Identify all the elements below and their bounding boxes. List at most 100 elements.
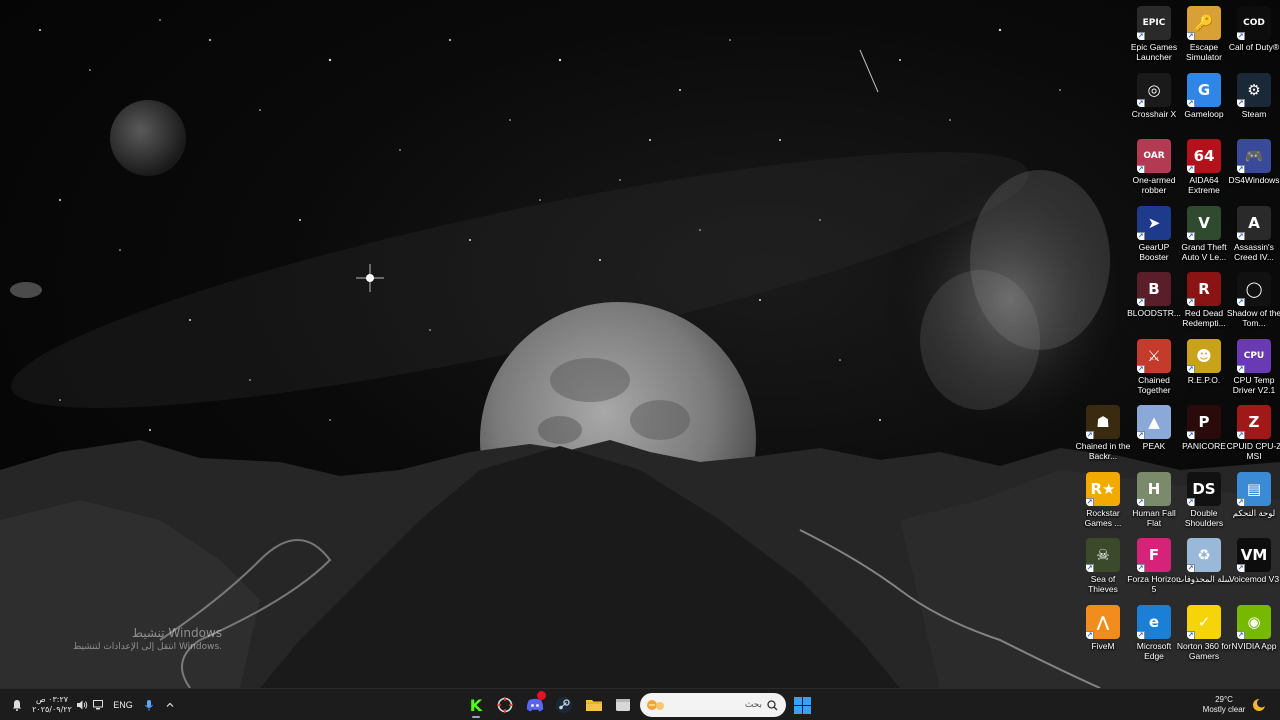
gta-v-icon: V ↗ [1187, 206, 1221, 240]
desktop-shortcut-label: Double Shoulders [1184, 508, 1224, 528]
shortcut-arrow-icon: ↗ [1137, 564, 1145, 572]
input-language[interactable]: ENG [110, 693, 136, 717]
weather-temperature: 29°C [1215, 695, 1233, 704]
desktop-shortcut[interactable]: ➤ ↗ GearUP Booster [1129, 206, 1179, 262]
shortcut-arrow-icon: ↗ [1187, 298, 1195, 306]
desktop-shortcut[interactable]: EPIC ↗ Epic Games Launcher [1129, 6, 1179, 62]
desktop-shortcut[interactable]: A ↗ Assassin's Creed IV... [1229, 206, 1279, 262]
desktop-shortcut[interactable]: DS ↗ Double Shoulders [1179, 472, 1229, 528]
desktop-shortcut-label: Assassin's Creed IV... [1234, 242, 1274, 262]
cpuz-icon: Z ↗ [1237, 405, 1271, 439]
taskbar-search-box[interactable]: بحث [640, 693, 786, 717]
desktop-shortcut[interactable]: ◯ ↗ Shadow of the Tom... [1227, 272, 1280, 328]
shortcut-arrow-icon: ↗ [1237, 365, 1245, 373]
shortcut-arrow-icon: ↗ [1237, 631, 1245, 639]
shortcut-arrow-icon: ↗ [1137, 99, 1145, 107]
shortcut-arrow-icon: ↗ [1137, 165, 1145, 173]
desktop-shortcut[interactable]: ☠ ↗ Sea of Thieves [1078, 538, 1128, 594]
clock-time: ٠٣:٢٧ ص [35, 695, 69, 704]
desktop-shortcut[interactable]: F ↗ Forza Horizon 5 [1127, 538, 1181, 594]
desktop-shortcut-label: Norton 360 for Gamers [1176, 641, 1232, 661]
desktop-shortcut-label: FiveM [1091, 641, 1115, 651]
shortcut-arrow-icon: ↗ [1237, 32, 1245, 40]
desktop-shortcut[interactable]: OAR ↗ One-armed robber [1129, 139, 1179, 195]
start-button[interactable] [789, 692, 815, 718]
weather-widget[interactable]: 29°C Mostly clear [1196, 693, 1252, 717]
taskbar-app-file-explorer[interactable] [581, 692, 607, 718]
icon-glyph: ◯ [1245, 280, 1263, 298]
desktop-shortcut[interactable]: ▤ ↗ لوحة التحكم [1229, 472, 1279, 518]
desktop-shortcut-label: Epic Games Launcher [1130, 42, 1178, 62]
steam-icon: ⚙ ↗ [1237, 73, 1271, 107]
icon-glyph: ☻ [1196, 347, 1212, 365]
desktop-shortcut[interactable]: ⋀ ↗ FiveM [1078, 605, 1128, 651]
show-hidden-icons-chevron-icon[interactable] [160, 693, 180, 717]
desktop-shortcut-label: Rockstar Games ... [1084, 508, 1122, 528]
desktop-shortcut-label: GearUP Booster [1138, 242, 1170, 262]
shortcut-arrow-icon: ↗ [1187, 32, 1195, 40]
recycle-bin-icon: ♻ ↗ [1187, 538, 1221, 572]
desktop-shortcut[interactable]: 🔑 ↗ Escape Simulator [1179, 6, 1229, 62]
desktop-shortcut[interactable]: P ↗ PANICORE [1179, 405, 1229, 451]
desktop-shortcut[interactable]: ☻ ↗ R.E.P.O. [1179, 339, 1229, 385]
nvidia-icon: ◉ ↗ [1237, 605, 1271, 639]
shortcut-arrow-icon: ↗ [1137, 298, 1145, 306]
crosshair-icon: ◎ ↗ [1137, 73, 1171, 107]
taskbar-app-steam[interactable] [551, 692, 577, 718]
desktop-shortcut-label: Sea of Thieves [1088, 574, 1118, 594]
notifications-icon[interactable] [8, 693, 26, 717]
icon-glyph: G [1197, 81, 1211, 99]
desktop-shortcut[interactable]: ▲ ↗ PEAK [1129, 405, 1179, 451]
rockstar-icon: R★ ↗ [1086, 472, 1120, 506]
system-clock[interactable]: ٠٣:٢٧ ص ٢٠٢٥/٠٩/٢٢ [26, 693, 78, 717]
microphone-icon[interactable] [139, 693, 159, 717]
shortcut-arrow-icon: ↗ [1237, 564, 1245, 572]
bloodstrike-icon: B ↗ [1137, 272, 1171, 306]
desktop-shortcut[interactable]: R ↗ Red Dead Redempti... [1179, 272, 1229, 328]
icon-glyph: ⚔ [1147, 347, 1161, 365]
icon-glyph: ◉ [1247, 613, 1261, 631]
icon-glyph: ▤ [1246, 480, 1262, 498]
shortcut-arrow-icon: ↗ [1187, 431, 1195, 439]
desktop-shortcut[interactable]: ☗ ↗ Chained in the Backr... [1075, 405, 1131, 461]
desktop-shortcut-label: Chained in the Backr... [1075, 441, 1131, 461]
shortcut-arrow-icon: ↗ [1237, 165, 1245, 173]
desktop-shortcut[interactable]: ✓ ↗ Norton 360 for Gamers [1176, 605, 1232, 661]
desktop-shortcut[interactable]: ⚙ ↗ Steam [1229, 73, 1279, 119]
desktop-shortcut[interactable]: ♻ ↗ سلة المحذوفات [1176, 538, 1232, 584]
desktop-shortcut[interactable]: 🎮 ↗ DS4Windows [1228, 139, 1280, 185]
shortcut-arrow-icon: ↗ [1086, 564, 1094, 572]
shortcut-arrow-icon: ↗ [1187, 232, 1195, 240]
desktop-shortcut[interactable]: ⚔ ↗ Chained Together [1129, 339, 1179, 395]
desktop-shortcut[interactable]: ◎ ↗ Crosshair X [1129, 73, 1179, 119]
desktop-shortcut[interactable]: 64 ↗ AIDA64 Extreme [1179, 139, 1229, 195]
desktop-shortcut-label: Grand Theft Auto V Le... [1181, 242, 1227, 262]
desktop-shortcut[interactable]: COD ↗ Call of Duty® [1229, 6, 1279, 52]
taskbar-app-crosshair[interactable] [492, 692, 518, 718]
assassins-creed-icon: A ↗ [1237, 206, 1271, 240]
weather-moon-icon[interactable] [1250, 693, 1268, 717]
desktop-shortcut[interactable]: H ↗ Human Fall Flat [1129, 472, 1179, 528]
shortcut-arrow-icon: ↗ [1137, 32, 1145, 40]
desktop-shortcut[interactable]: ◉ ↗ NVIDIA App [1229, 605, 1279, 651]
shortcut-arrow-icon: ↗ [1086, 631, 1094, 639]
icon-glyph: A [1248, 214, 1260, 232]
desktop-shortcut[interactable]: V ↗ Grand Theft Auto V Le... [1179, 206, 1229, 262]
app-window-icon [616, 699, 630, 711]
taskbar-app-kick[interactable]: K [463, 692, 489, 718]
taskbar-app-window[interactable] [610, 692, 636, 718]
desktop-shortcut[interactable]: B ↗ BLOODSTR... [1127, 272, 1181, 318]
taskbar-app-discord[interactable] [522, 691, 548, 718]
steam-icon [556, 697, 572, 713]
desktop-shortcut[interactable]: G ↗ Gameloop [1179, 73, 1229, 119]
edge-icon: e ↗ [1137, 605, 1171, 639]
shortcut-arrow-icon: ↗ [1187, 165, 1195, 173]
windows-activation-watermark: تنشيط Windows انتقل إلى الإعدادات لتنشيط… [60, 626, 222, 652]
desktop-shortcut[interactable]: R★ ↗ Rockstar Games ... [1078, 472, 1128, 528]
network-icon[interactable] [88, 693, 108, 717]
desktop-shortcut[interactable]: e ↗ Microsoft Edge [1129, 605, 1179, 661]
folder-icon [586, 700, 602, 711]
desktop-shortcut[interactable]: Z ↗ CPUID CPU-Z MSI [1227, 405, 1280, 461]
desktop-shortcut[interactable]: VM ↗ Voicemod V3 [1229, 538, 1279, 584]
desktop-shortcut[interactable]: CPU ↗ CPU Temp Driver V2.1 [1229, 339, 1279, 395]
